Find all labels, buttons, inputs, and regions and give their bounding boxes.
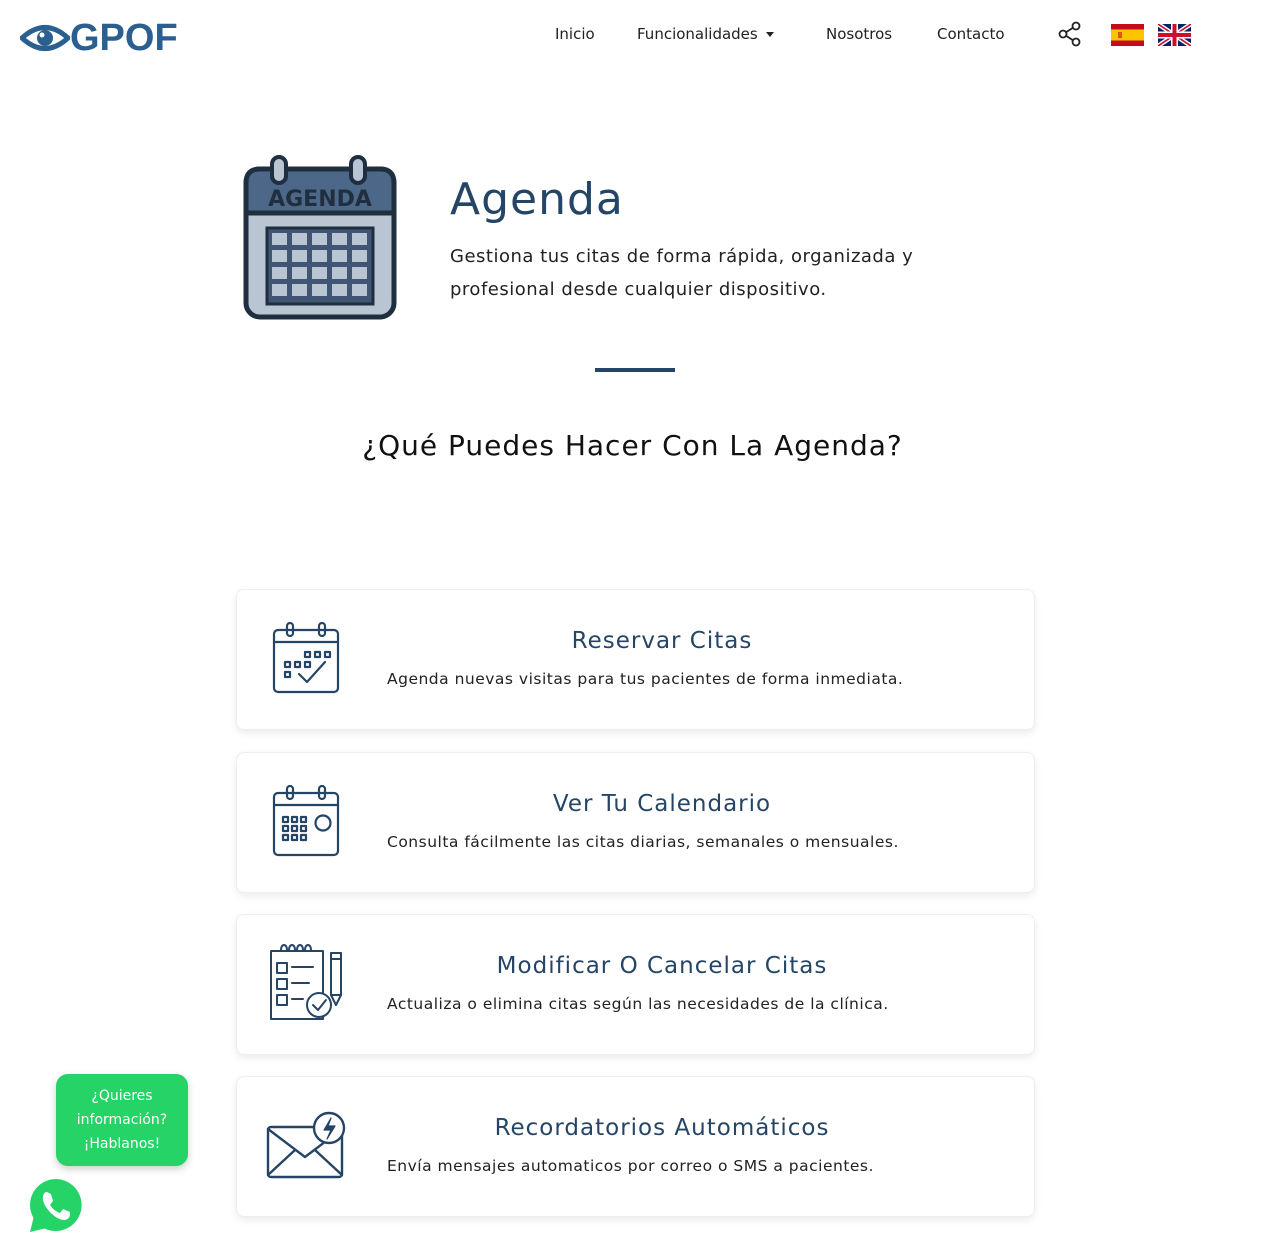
feature-card: Recordatorios Automáticos Envía mensajes… — [236, 1076, 1035, 1217]
info-chat-line-3: ¡Hablanos! — [83, 1136, 161, 1152]
calendar-check-icon — [272, 621, 340, 694]
whatsapp-icon[interactable] — [24, 1174, 88, 1238]
eye-logo-icon — [20, 25, 70, 51]
flag-es-icon[interactable] — [1111, 24, 1144, 46]
feature-title: Recordatorios Automáticos — [494, 1115, 830, 1141]
feature-card: Modificar O Cancelar Citas Actualiza o e… — [236, 914, 1035, 1055]
chevron-down-icon — [765, 32, 774, 37]
feature-card: Ver Tu Calendario Consulta fácilmente la… — [236, 752, 1035, 893]
agenda-calendar-icon: AGENDA — [243, 155, 397, 320]
nav-inicio[interactable]: Inicio — [555, 22, 595, 46]
nav-funcionalidades[interactable]: Funcionalidades — [637, 22, 774, 46]
page-subtitle-line-2: profesional desde cualquier dispositivo. — [450, 279, 827, 300]
feature-desc: Actualiza o elimina citas según las nece… — [387, 995, 889, 1013]
feature-card: Reservar Citas Agenda nuevas visitas par… — [236, 589, 1035, 730]
envelope-bolt-icon — [266, 1111, 346, 1179]
calendar-grid-icon — [272, 784, 340, 857]
feature-desc: Agenda nuevas visitas para tus pacientes… — [387, 670, 904, 688]
feature-title: Ver Tu Calendario — [552, 791, 772, 817]
flag-uk-icon[interactable] — [1158, 24, 1191, 46]
agenda-icon-label: AGENDA — [268, 187, 372, 212]
nav-contacto[interactable]: Contacto — [937, 22, 1005, 46]
feature-desc: Consulta fácilmente las citas diarias, s… — [387, 833, 899, 851]
checklist-icon — [270, 944, 342, 1020]
feature-desc: Envía mensajes automaticos por correo o … — [387, 1157, 874, 1175]
info-chat-line-2: información? — [76, 1112, 168, 1128]
page-subtitle: Gestiona tus citas de forma rápida, orga… — [450, 240, 990, 306]
nav-nosotros[interactable]: Nosotros — [826, 22, 892, 46]
nav-funcionalidades-label: Funcionalidades — [637, 25, 758, 43]
section-divider — [595, 368, 675, 372]
share-icon[interactable] — [1057, 21, 1083, 47]
info-chat-button[interactable]: ¿Quieres información? ¡Hablanos! — [56, 1074, 188, 1166]
feature-title: Reservar Citas — [571, 628, 753, 654]
logo-text: GPOF — [70, 17, 178, 59]
logo[interactable]: GPOF — [20, 18, 178, 58]
feature-title: Modificar O Cancelar Citas — [496, 953, 828, 979]
page-title: Agenda — [450, 174, 624, 225]
page-subtitle-line-1: Gestiona tus citas de forma rápida, orga… — [450, 246, 914, 267]
section-title: ¿Qué Puedes Hacer Con La Agenda? — [362, 429, 903, 462]
info-chat-line-1: ¿Quieres — [91, 1088, 153, 1104]
